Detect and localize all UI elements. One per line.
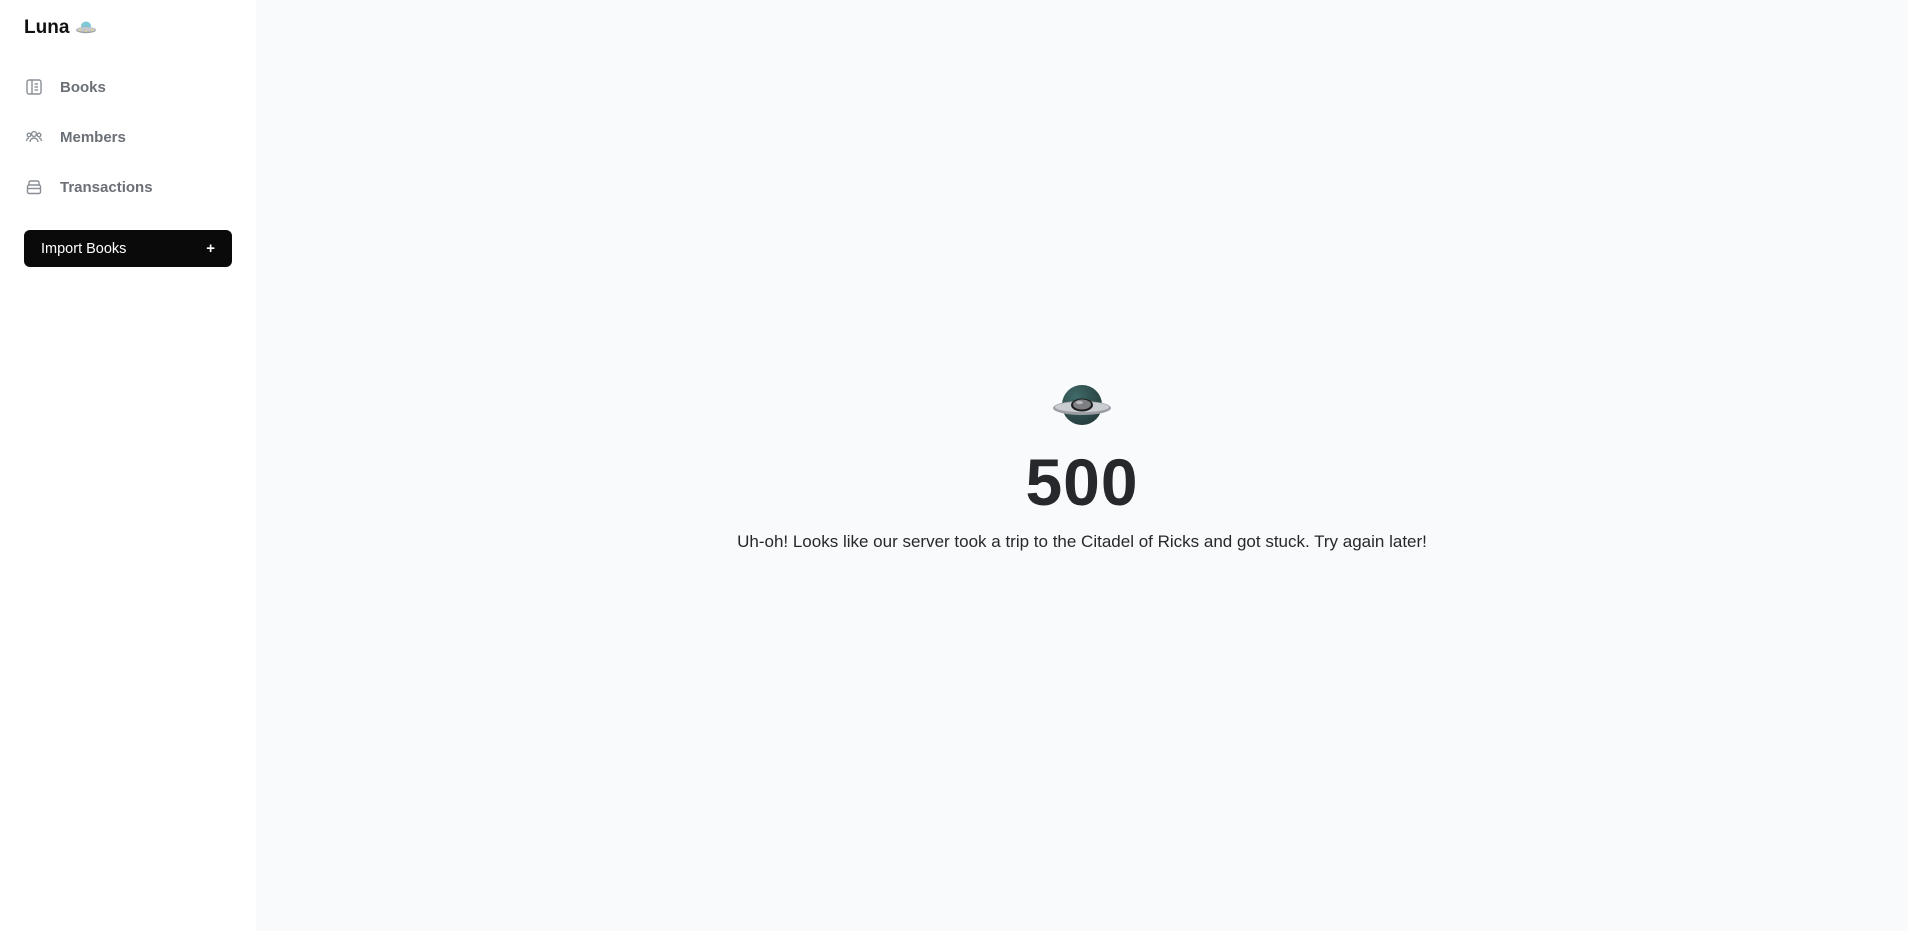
sidebar-item-label: Transactions [60,178,153,196]
sidebar-item-label: Members [60,128,126,146]
sidebar-item-members[interactable]: Members [24,112,232,162]
main-content: 500 Uh-oh! Looks like our server took a … [256,0,1908,931]
planet-icon [1052,383,1112,434]
plus-icon: + [206,240,215,257]
members-icon [24,127,44,147]
book-icon [24,77,44,97]
sidebar: Luna Books Members Transactions Import B… [0,0,256,931]
brand-name: Luna [24,17,70,38]
sidebar-item-books[interactable]: Books [24,62,232,112]
archive-icon [24,177,44,197]
sidebar-item-transactions[interactable]: Transactions [24,162,232,212]
sidebar-nav: Books Members Transactions [24,62,232,212]
error-code: 500 [1025,445,1139,519]
brand[interactable]: Luna [24,0,232,56]
sidebar-item-label: Books [60,78,106,96]
error-message: Uh-oh! Looks like our server took a trip… [737,532,1427,551]
import-books-button[interactable]: Import Books + [24,230,232,267]
error-block: 500 Uh-oh! Looks like our server took a … [256,383,1908,552]
ufo-icon [75,20,97,36]
import-books-label: Import Books [41,240,127,257]
